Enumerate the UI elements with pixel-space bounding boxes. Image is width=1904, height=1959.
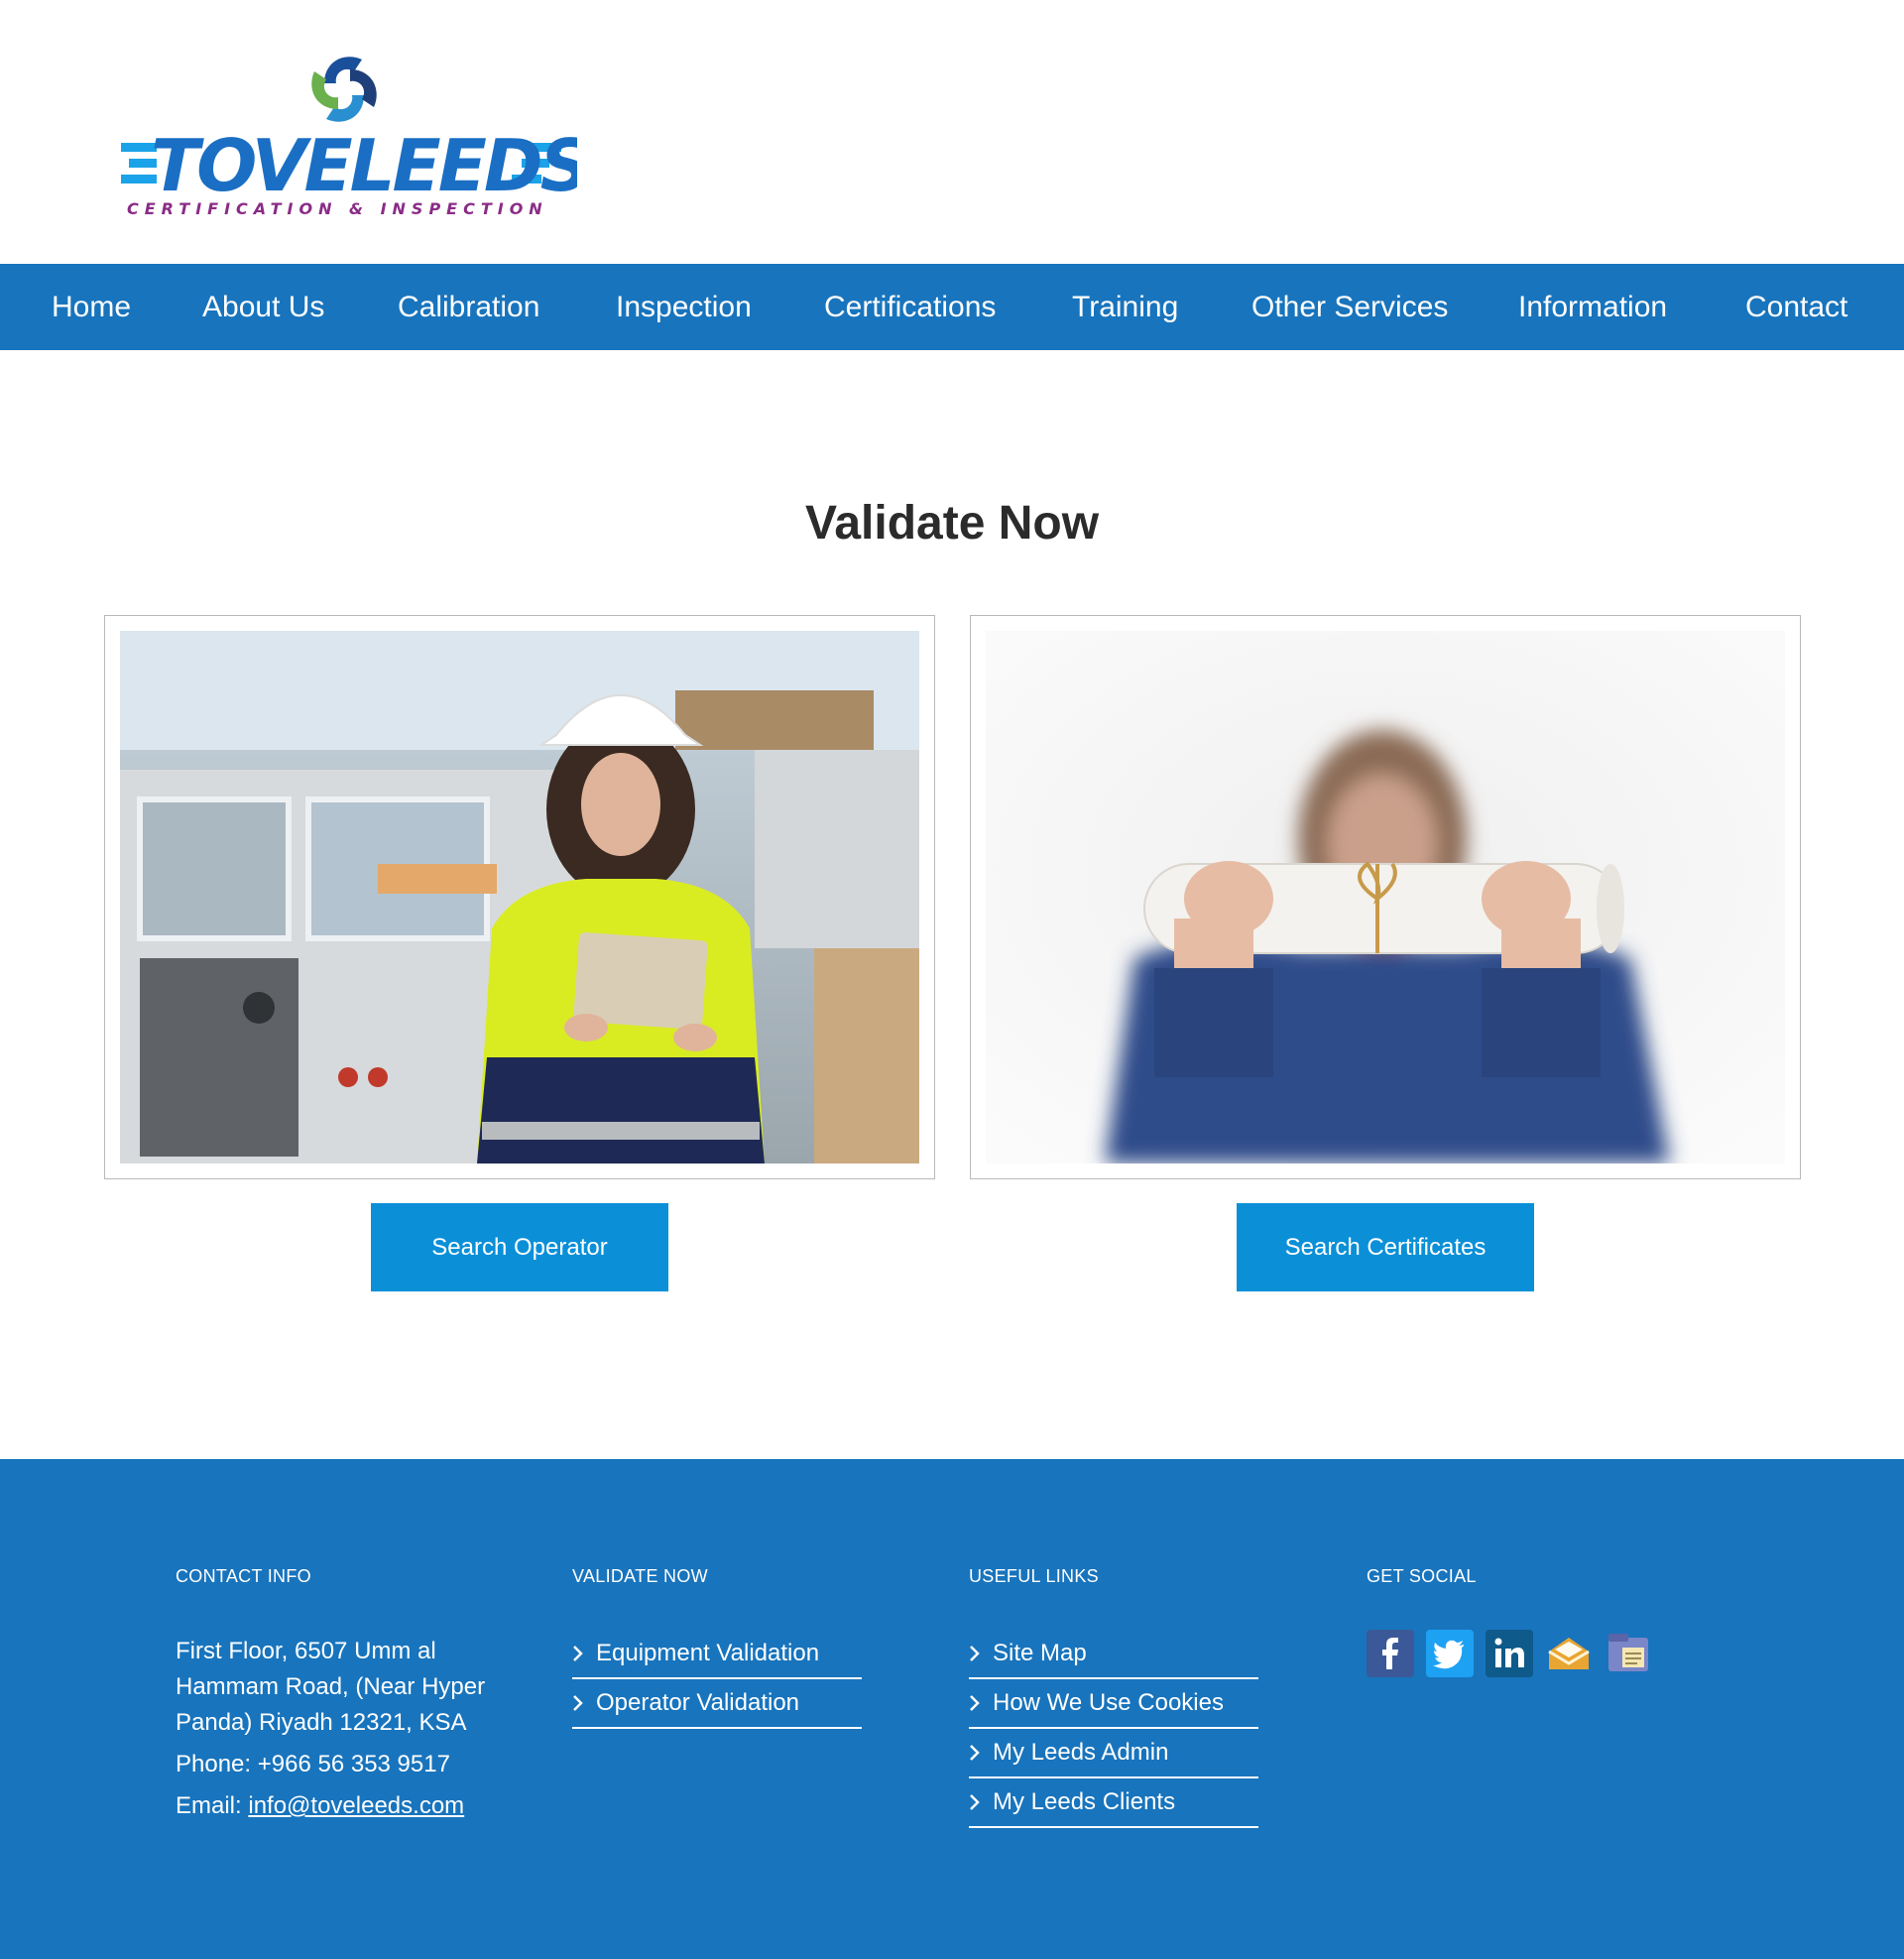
footer-link-label: Operator Validation <box>596 1689 800 1716</box>
twitter-icon[interactable] <box>1426 1630 1474 1677</box>
email-icon[interactable] <box>1545 1630 1593 1677</box>
contact-email-line: Email: info@toveleeds.com <box>176 1788 473 1824</box>
footer-link-operator-validation[interactable]: Operator Validation <box>572 1679 862 1729</box>
contact-phone-line: Phone: +966 56 353 9517 <box>176 1747 473 1782</box>
nav-inspection[interactable]: Inspection <box>616 264 752 350</box>
nav-information[interactable]: Information <box>1518 264 1667 350</box>
chevron-right-icon <box>573 1695 583 1711</box>
footer-social: GET SOCIAL <box>1367 1566 1664 1677</box>
nav-training[interactable]: Training <box>1072 264 1178 350</box>
chevron-right-icon <box>970 1745 980 1761</box>
nav-calibration[interactable]: Calibration <box>398 264 539 350</box>
nav-other-services[interactable]: Other Services <box>1251 264 1448 350</box>
footer-link-label: Equipment Validation <box>596 1640 820 1666</box>
footer-link-site-map[interactable]: Site Map <box>969 1630 1258 1679</box>
certificate-photo <box>986 631 1785 1163</box>
facebook-icon[interactable] <box>1367 1630 1414 1677</box>
contact-phone: +966 56 353 9517 <box>257 1751 450 1777</box>
nav-certifications[interactable]: Certifications <box>824 264 996 350</box>
main-nav: Home About Us Calibration Inspection Cer… <box>0 264 1904 350</box>
nav-about-us[interactable]: About Us <box>202 264 324 350</box>
site-header: TOVELEEDS CERTIFICATION & INSPECTION <box>0 0 1904 264</box>
footer-link-label: Site Map <box>993 1640 1087 1666</box>
certificates-card <box>970 615 1801 1179</box>
footer-social-title: GET SOCIAL <box>1367 1566 1477 1586</box>
contact-email-label: Email: <box>176 1792 242 1819</box>
chevron-right-icon <box>970 1646 980 1661</box>
notes-icon[interactable] <box>1605 1630 1652 1677</box>
footer-link-clients[interactable]: My Leeds Clients <box>969 1778 1258 1828</box>
footer-link-label: My Leeds Admin <box>993 1739 1169 1766</box>
linkedin-icon[interactable] <box>1486 1630 1533 1677</box>
footer-contact-title: CONTACT INFO <box>176 1566 311 1586</box>
footer-validate-title: VALIDATE NOW <box>572 1566 708 1586</box>
site-logo[interactable]: TOVELEEDS CERTIFICATION & INSPECTION <box>121 44 592 227</box>
chevron-right-icon <box>573 1646 583 1661</box>
search-certificates-button[interactable]: Search Certificates <box>1237 1203 1534 1291</box>
contact-address: First Floor, 6507 Umm al Hammam Road, (N… <box>176 1638 486 1736</box>
footer-validate: VALIDATE NOW Equipment Validation Operat… <box>572 1566 870 1729</box>
site-footer: CONTACT INFO First Floor, 6507 Umm al Ha… <box>0 1459 1904 1959</box>
search-operator-button[interactable]: Search Operator <box>371 1203 668 1291</box>
nav-home[interactable]: Home <box>52 264 131 350</box>
chevron-right-icon <box>970 1695 980 1711</box>
contact-phone-label: Phone: <box>176 1751 252 1777</box>
chevron-right-icon <box>970 1794 980 1810</box>
footer-useful-links: USEFUL LINKS Site Map How We Use Cookies… <box>969 1566 1266 1828</box>
contact-email-link[interactable]: info@toveleeds.com <box>248 1792 464 1819</box>
footer-link-equipment-validation[interactable]: Equipment Validation <box>572 1630 862 1679</box>
footer-contact: CONTACT INFO First Floor, 6507 Umm al Ha… <box>176 1566 485 1824</box>
page-title: Validate Now <box>804 497 1100 550</box>
operator-card <box>104 615 935 1179</box>
footer-useful-title: USEFUL LINKS <box>969 1566 1099 1586</box>
logo-tagline: CERTIFICATION & INSPECTION <box>127 199 548 218</box>
operator-photo <box>120 631 919 1163</box>
footer-link-label: How We Use Cookies <box>993 1689 1224 1716</box>
nav-contact[interactable]: Contact <box>1745 264 1847 350</box>
footer-link-cookies[interactable]: How We Use Cookies <box>969 1679 1258 1729</box>
footer-link-admin[interactable]: My Leeds Admin <box>969 1729 1258 1778</box>
logo-wordmark: TOVELEEDS <box>151 124 577 207</box>
footer-link-label: My Leeds Clients <box>993 1788 1176 1815</box>
